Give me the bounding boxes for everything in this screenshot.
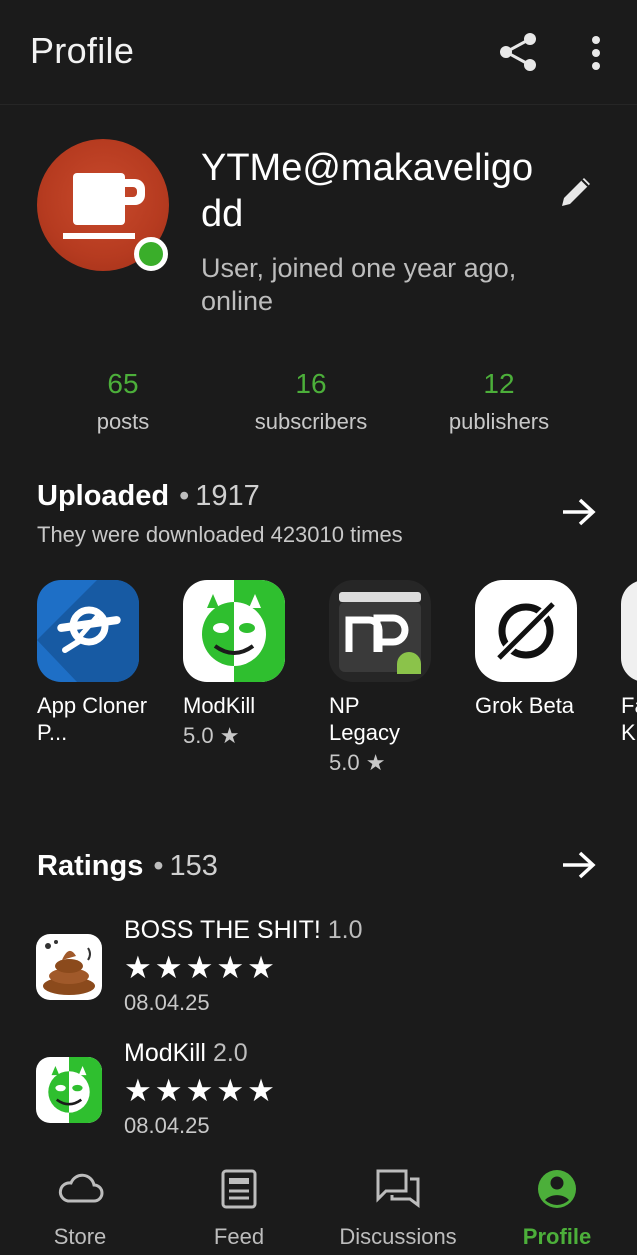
share-icon[interactable] [496,30,540,74]
account-circle-icon [538,1170,576,1208]
ratings-title: Ratings [37,850,144,882]
app-name: NP Legacy [329,693,400,745]
star-rating: ★★★★★ [124,1073,278,1108]
rating-date: 08.04.25 [124,1113,210,1138]
stat-value: 12 [483,368,515,399]
cloud-icon [58,1173,104,1203]
ratings-section-title: Ratings • 153 [37,850,218,883]
online-status-indicator [134,237,168,271]
ratings-arrow-icon[interactable] [560,850,598,880]
rating-item[interactable]: BOSS THE SHIT! 1.0 ★★★★★ 08.04.25 [36,916,596,1026]
nav-label: Discussions [339,1224,457,1249]
chat-icon [376,1169,420,1208]
uploaded-title: Uploaded [37,480,170,512]
poop-icon [36,934,102,1000]
np-legacy-icon [329,580,431,682]
uploaded-subtitle: They were downloaded 423010 times [37,522,403,547]
app-name: Grok Beta [475,693,575,718]
profile-status: User, joined one year ago, online [201,253,517,316]
rating-app-name: ModKill [124,1039,206,1067]
uploaded-count: 1917 [195,480,260,512]
star-rating: ★★★★★ [124,950,278,985]
separator-dot: • [179,480,190,512]
app-icon [621,580,637,682]
rating-app-version: 2.0 [212,1039,248,1067]
rating-app-title: ModKill 2.0 [124,1039,248,1068]
app-card[interactable]: Grok Beta [475,580,605,719]
nav-store[interactable]: Store [0,1167,160,1250]
nav-label: Feed [213,1224,265,1249]
feed-icon [221,1169,257,1209]
stat-label: subscribers [254,409,368,434]
top-app-bar: Profile [0,0,637,105]
edit-icon[interactable] [556,172,596,212]
modkill-icon [183,580,285,682]
app-cloner-icon [37,580,139,682]
stat-publishers[interactable]: 12 publishers [409,366,589,438]
nav-label: Store [53,1224,107,1249]
app-name: App Cloner P... [37,693,148,745]
app-card[interactable]: Fa K [621,580,637,746]
modkill-icon [36,1057,102,1123]
app-card[interactable]: ModKill 5.0 ★ [183,580,313,749]
stat-value: 16 [295,368,327,399]
rating-app-title: BOSS THE SHIT! 1.0 [124,916,363,945]
app-card[interactable]: App Cloner P... [37,580,167,746]
stat-label: publishers [448,409,550,434]
stat-value: 65 [107,368,139,399]
more-options-icon[interactable] [582,32,610,74]
app-rating: 5.0 ★ [329,750,386,775]
nav-feed[interactable]: Feed [159,1167,319,1250]
rating-date: 08.04.25 [124,990,210,1015]
nav-label: Profile [522,1224,592,1249]
stat-posts[interactable]: 65 posts [33,366,213,438]
uploaded-section-title: Uploaded • 1917 [37,480,260,513]
app-name: ModKill [183,693,256,718]
rating-item[interactable]: ModKill 2.0 ★★★★★ 08.04.25 [36,1039,596,1149]
profile-username: YTMe@makaveligodd [201,147,534,235]
rating-app-name: BOSS THE SHIT! [124,916,321,944]
stat-label: posts [96,409,150,434]
app-rating: 5.0 ★ [183,723,240,748]
app-name: Fa K [621,693,637,745]
page-title: Profile [30,30,135,71]
app-card[interactable]: NP Legacy 5.0 ★ [329,580,459,776]
nav-discussions[interactable]: Discussions [318,1167,478,1250]
ratings-count: 153 [169,850,218,882]
uploaded-arrow-icon[interactable] [560,497,598,527]
bottom-navigation: Store Feed Discussions Profile [0,1155,637,1255]
nav-profile[interactable]: Profile [477,1167,637,1250]
separator-dot: • [153,850,164,882]
grok-icon [475,580,577,682]
rating-app-version: 1.0 [327,916,363,944]
stat-subscribers[interactable]: 16 subscribers [221,366,401,438]
